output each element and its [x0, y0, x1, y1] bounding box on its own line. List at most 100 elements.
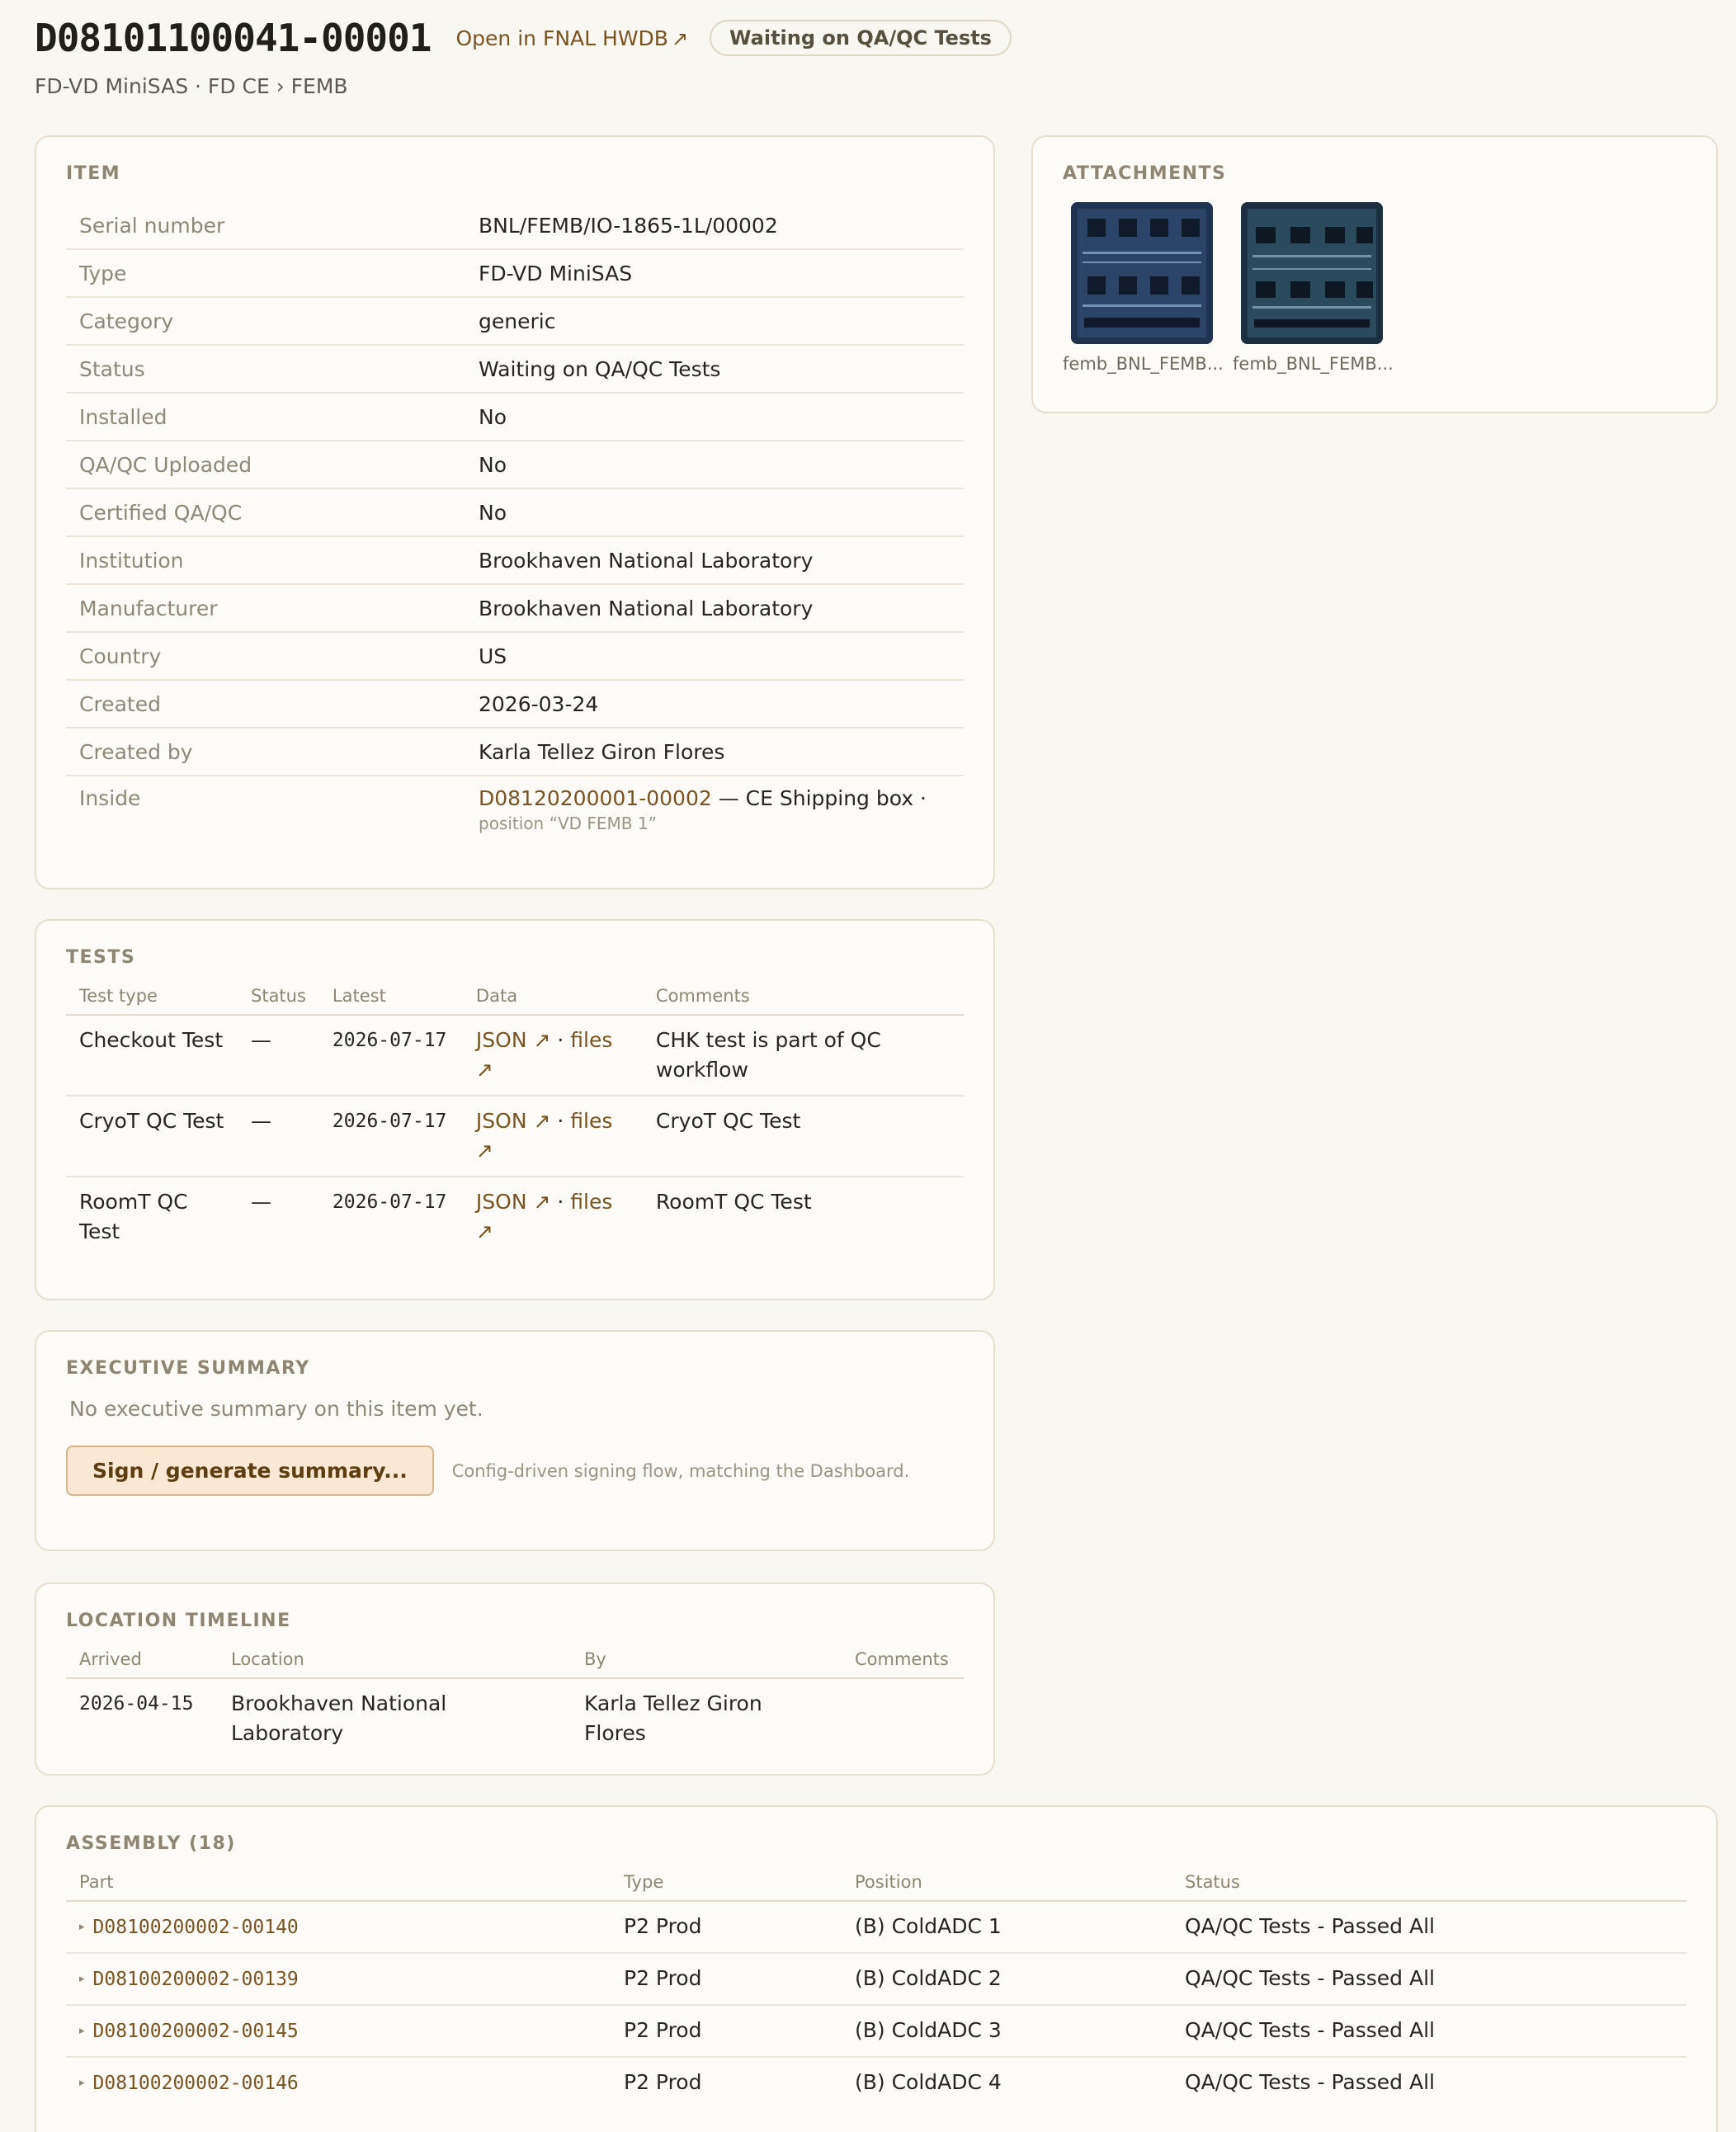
- test-data: JSON ↗ · files ↗: [462, 1096, 643, 1177]
- external-link-icon: ↗: [533, 1109, 551, 1133]
- sign-summary-button[interactable]: Sign / generate summary...: [66, 1446, 434, 1496]
- table-row: ▸ D08100200002-00140 P2 Prod (B) ColdADC 1Q…: [66, 1901, 1686, 1954]
- item-property-row: Certified QA/QC No: [66, 489, 964, 537]
- json-label: JSON: [475, 1109, 527, 1133]
- json-link[interactable]: JSON ↗: [476, 1109, 551, 1133]
- signing-note: Config-driven signing flow, matching the…: [451, 1460, 910, 1481]
- test-status: —: [238, 1015, 319, 1097]
- attachments-card: ATTACHMENTS femb_BNL_FEMB... femb_BNL_FE…: [1031, 135, 1718, 413]
- executive-summary-title: EXECUTIVE SUMMARY: [66, 1358, 310, 1379]
- part-position: (B) ColdADC 4: [855, 2070, 1002, 2094]
- item-property-row: Type FD-VD MiniSAS: [66, 250, 964, 298]
- property-value: BNL/FEMB/IO-1865-1L/00002: [479, 213, 778, 238]
- item-card: ITEM Serial number BNL/FEMB/IO-1865-1L/00…: [35, 135, 995, 889]
- attachments-card-title: ATTACHMENTS: [1063, 163, 1227, 184]
- item-property-row: Created 2026-03-24: [66, 681, 964, 729]
- property-label: Installed: [79, 404, 167, 429]
- property-value: US: [479, 644, 507, 668]
- col-arrived: Arrived: [66, 1649, 218, 1679]
- data-separator: ·: [550, 1028, 571, 1052]
- external-link-icon: ↗: [671, 26, 689, 50]
- table-row: 2026-04-15 Brookhaven National Laborator…: [66, 1678, 964, 1758]
- col-by: By: [571, 1649, 842, 1679]
- location-name: Brookhaven National Laboratory: [231, 1691, 447, 1745]
- test-data: JSON ↗ · files ↗: [463, 1177, 643, 1257]
- table-row: ▸ D08100200002-00146 P2 Prod (B) ColdADC 4 Q…: [66, 2057, 1686, 2108]
- part-link[interactable]: D08100200002-00145: [93, 2021, 299, 2042]
- assembly-table: Part Type Position Status ▸ D08100200002-…: [66, 1872, 1686, 2108]
- col-comments: Comments: [642, 986, 964, 1016]
- col-part: Part: [66, 1872, 611, 1902]
- part-position: (B) ColdADC 1: [842, 1901, 1172, 1954]
- breadcrumb: FD-VD MiniSAS · FD CE › FEMB: [35, 74, 348, 98]
- assembly-title: ASSEMBLY (18): [66, 1833, 236, 1854]
- json-link[interactable]: JSON ↗: [476, 1028, 551, 1052]
- property-label: Inside: [79, 786, 141, 810]
- moved-by: Karla Tellez Giron Flores: [584, 1691, 762, 1745]
- table-row: CryoT QC Test —2026-07-17 JSON ↗ · files ↗…: [66, 1096, 964, 1177]
- tests-card-title: TESTS: [66, 947, 136, 968]
- external-link-icon: ↗: [533, 1028, 551, 1052]
- item-property-row: Country US: [66, 633, 964, 681]
- part-position: (B) ColdADC 3: [842, 2005, 1172, 2058]
- files-label: files: [570, 1190, 613, 1214]
- property-value: No: [479, 404, 507, 429]
- part-cell: ▸ D08100200002-00139: [66, 1953, 611, 2006]
- attachment-caption: femb_BNL_FEMB...: [1063, 354, 1224, 374]
- expand-caret-icon[interactable]: ▸: [79, 2025, 85, 2037]
- external-link-icon: ↗: [475, 1058, 493, 1082]
- executive-summary-empty: No executive summary on this item yet.: [69, 1397, 484, 1421]
- parent-item-link[interactable]: D08120200001-00002: [479, 786, 712, 810]
- expand-caret-icon[interactable]: ▸: [79, 1973, 85, 1985]
- item-property-row: Inside D08120200001-00002 — CE Shipping b…: [66, 776, 964, 834]
- part-cell: ▸ D08100200002-00140: [66, 1901, 611, 1954]
- property-value: FD-VD MiniSAS: [479, 261, 633, 285]
- part-type: P2 Prod: [611, 1953, 842, 2006]
- tests-table: Test type Status Latest Data Comments Ch…: [66, 986, 964, 1257]
- external-link-icon: ↗: [475, 1139, 493, 1163]
- page-header: D08101100041-00001 Open in FNAL HWDB ↗ Wa…: [35, 15, 1012, 98]
- property-value: No: [479, 452, 507, 477]
- item-property-row: Manufacturer Brookhaven National Laborato…: [66, 585, 964, 633]
- part-status: QA/QC Tests - Passed All: [1172, 2005, 1686, 2058]
- test-type: Checkout Test: [66, 1015, 238, 1097]
- part-link[interactable]: D08100200002-00139: [93, 1969, 299, 1990]
- col-status: Status: [1172, 1872, 1686, 1902]
- files-label: files: [570, 1109, 613, 1133]
- property-label: Created: [79, 691, 161, 716]
- json-link[interactable]: JSON ↗: [476, 1190, 551, 1214]
- files-label: files: [570, 1028, 613, 1052]
- property-label: Country: [79, 644, 162, 668]
- pcb-image-icon: [1241, 202, 1383, 344]
- part-status: QA/QC Tests - Passed All: [1185, 2070, 1435, 2094]
- attachment-thumbnail[interactable]: [1241, 202, 1383, 344]
- part-status: QA/QC Tests - Passed All: [1172, 1901, 1686, 1954]
- attachment-thumbnail[interactable]: [1071, 202, 1213, 344]
- location-timeline-card: LOCATION TIMELINE Arrived Location By Co…: [35, 1582, 995, 1776]
- item-property-row: Category generic: [66, 298, 964, 346]
- part-cell: ▸ D08100200002-00145: [66, 2005, 611, 2058]
- attachment-item[interactable]: femb_BNL_FEMB...: [1063, 202, 1224, 374]
- col-comments: Comments: [842, 1649, 964, 1679]
- col-latest: Latest: [318, 986, 463, 1016]
- attachment-item[interactable]: femb_BNL_FEMB...: [1233, 202, 1394, 374]
- data-separator: ·: [550, 1109, 571, 1133]
- assembly-card: ASSEMBLY (18) Part Type Position Status …: [35, 1805, 1718, 2132]
- executive-summary-card: EXECUTIVE SUMMARY No executive summary o…: [35, 1330, 995, 1551]
- part-link[interactable]: D08100200002-00140: [93, 1917, 299, 1938]
- item-card-title: ITEM: [66, 163, 121, 184]
- attachment-caption: femb_BNL_FEMB...: [1233, 354, 1394, 374]
- property-label: QA/QC Uploaded: [79, 452, 252, 477]
- col-data: Data: [462, 986, 643, 1016]
- property-label: Type: [79, 261, 127, 285]
- table-row: Checkout Test —2026-07-17 JSON ↗ · files ↗…: [66, 1015, 964, 1097]
- property-label: Created by: [79, 739, 193, 764]
- part-link[interactable]: D08100200002-00146: [93, 2073, 299, 2094]
- property-value: 2026-03-24: [479, 691, 599, 716]
- expand-caret-icon[interactable]: ▸: [79, 2077, 85, 2089]
- col-type: Type: [611, 1872, 842, 1902]
- property-value: Waiting on QA/QC Tests: [479, 356, 721, 381]
- expand-caret-icon[interactable]: ▸: [79, 1921, 85, 1933]
- part-status: QA/QC Tests - Passed All: [1172, 1953, 1686, 2006]
- open-hwdb-link[interactable]: Open in FNAL HWDB ↗: [456, 26, 689, 50]
